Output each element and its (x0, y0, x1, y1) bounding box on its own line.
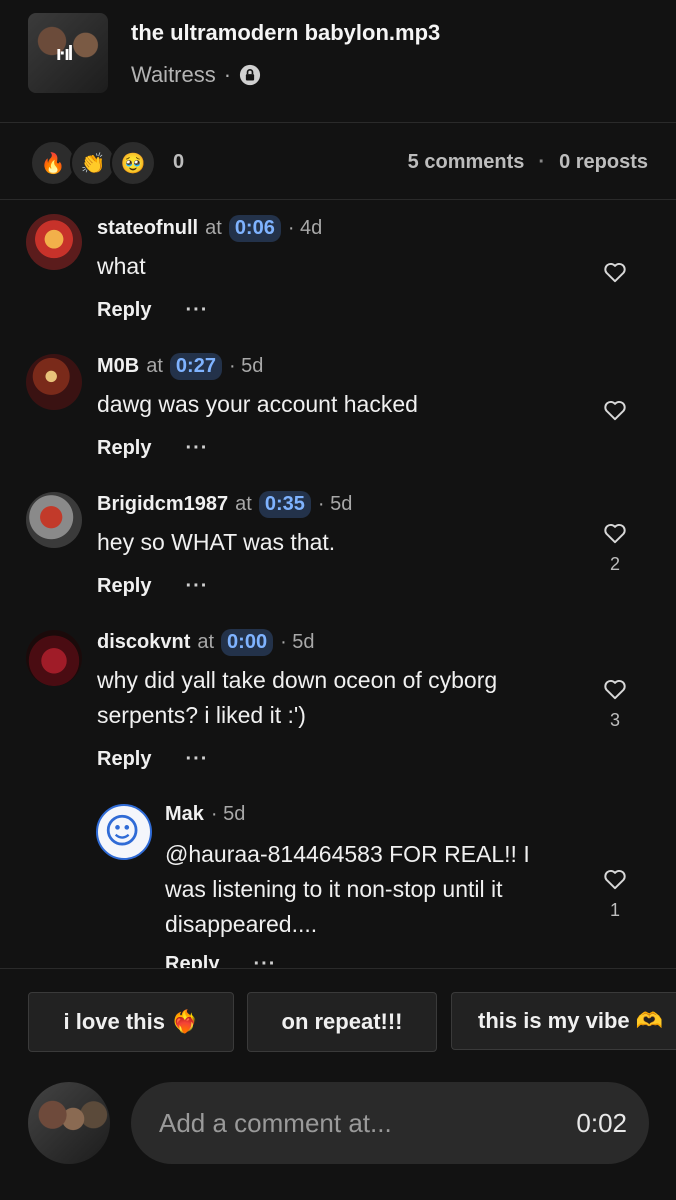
heart-icon (604, 680, 626, 700)
reposts-count[interactable]: 0 reposts (559, 151, 648, 173)
like-count: 2 (609, 554, 620, 574)
comment-username[interactable]: Brigidcm1987 (97, 493, 228, 516)
comments-count[interactable]: 5 comments (408, 151, 525, 173)
avatar[interactable] (26, 214, 82, 270)
avatar[interactable] (96, 804, 152, 860)
artist-separator: · (223, 62, 232, 87)
comment-input[interactable]: Add a comment at... 0:02 (131, 1082, 649, 1164)
like-button[interactable]: 2 (601, 520, 629, 575)
avatar[interactable] (26, 630, 82, 686)
artist-row: Waitress · (131, 62, 261, 88)
comment-age: · 5d (210, 803, 246, 825)
comment-text: hey so WHAT was that. (97, 529, 336, 555)
comment-header: M0B at 0:27 · 5d (97, 353, 263, 380)
engagement-counts: 5 comments · 0 reposts (408, 151, 648, 174)
comment-header: discokvnt at 0:00 · 5d (97, 629, 315, 656)
comment-text: why did yall take down oceon of cyborg s… (97, 667, 498, 728)
comment-text: dawg was your account hacked (97, 391, 418, 417)
comment-age: · 4d (287, 217, 323, 239)
comment-timestamp[interactable]: 0:00 (221, 629, 274, 656)
avatar[interactable] (26, 354, 82, 410)
comment-actions: Reply ··· (165, 953, 276, 968)
quick-reply-repeat[interactable]: on repeat!!! (247, 992, 437, 1052)
comment-at-label: at (197, 631, 215, 653)
comment-input-timestamp: 0:02 (576, 1107, 627, 1138)
comment-age: · 5d (317, 493, 353, 515)
comment-username[interactable]: Mak (165, 803, 204, 826)
heart-icon (604, 263, 626, 283)
heart-icon (604, 870, 626, 890)
comment-actions: Reply ··· (97, 748, 208, 771)
current-user-avatar[interactable] (28, 1082, 110, 1164)
teary-face-reaction-icon[interactable]: 🥹 (110, 140, 156, 186)
artist-name[interactable]: Waitress (131, 62, 216, 88)
comment-username[interactable]: M0B (97, 355, 139, 378)
more-options-icon[interactable]: ··· (185, 299, 208, 322)
comment-header: Brigidcm1987 at 0:35 · 5d (97, 491, 352, 518)
comment-username[interactable]: discokvnt (97, 631, 190, 654)
like-button[interactable]: 1 (601, 866, 629, 921)
comment-text: @hauraa-814464583 FOR REAL!! I was liste… (165, 841, 530, 937)
comment-header: Mak · 5d (165, 803, 245, 826)
comment-at-label: at (235, 493, 252, 515)
reply-button[interactable]: Reply (97, 299, 151, 322)
comment-text: what (97, 253, 146, 279)
avatar[interactable] (26, 492, 82, 548)
like-count: 3 (609, 710, 620, 730)
track-title[interactable]: the ultramodern babylon.mp3 (131, 20, 440, 46)
comment-header: stateofnull at 0:06 · 4d (97, 215, 322, 242)
comment-actions: Reply ··· (97, 575, 208, 598)
waveform-icon: ı·ıl (56, 43, 73, 65)
reply-button[interactable]: Reply (97, 437, 151, 460)
comment-at-label: at (205, 217, 222, 239)
reply-button[interactable]: Reply (97, 748, 151, 771)
reply-button[interactable]: Reply (97, 575, 151, 598)
quick-reply-vibe[interactable]: this is my vibe 🫶 (451, 992, 676, 1050)
comment-input-placeholder[interactable]: Add a comment at... (159, 1108, 392, 1139)
lock-icon (239, 64, 261, 86)
like-button[interactable]: 3 (601, 676, 629, 731)
reply-comment-item: Mak · 5d @hauraa-814464583 FOR REAL!! I … (0, 788, 676, 968)
like-count: 1 (609, 900, 620, 920)
divider (0, 968, 676, 969)
comment-actions: Reply ··· (97, 299, 208, 322)
comment-at-label: at (146, 355, 163, 377)
more-options-icon[interactable]: ··· (185, 437, 208, 460)
comment-username[interactable]: stateofnull (97, 217, 198, 240)
comment-timestamp[interactable]: 0:27 (169, 353, 222, 380)
comment-actions: Reply ··· (97, 437, 208, 460)
counts-separator: · (538, 151, 546, 173)
more-options-icon[interactable]: ··· (253, 953, 276, 968)
like-button[interactable] (601, 259, 629, 293)
reaction-count: 0 (173, 151, 185, 173)
comment-age: · 5d (228, 355, 264, 377)
reply-button[interactable]: Reply (165, 953, 219, 968)
more-options-icon[interactable]: ··· (185, 748, 208, 771)
comment-timestamp[interactable]: 0:35 (258, 491, 311, 518)
smiley-logo-icon (106, 814, 138, 846)
track-header: ı·ıl the ultramodern babylon.mp3 Waitres… (0, 0, 676, 123)
comment-timestamp[interactable]: 0:06 (228, 215, 281, 242)
heart-icon (604, 524, 626, 544)
like-button[interactable] (601, 397, 629, 431)
stats-bar: 🔥 👏 🥹 0 5 comments · 0 reposts (0, 123, 676, 200)
more-options-icon[interactable]: ··· (185, 575, 208, 598)
heart-icon (604, 401, 626, 421)
comment-age: · 5d (280, 631, 315, 653)
quick-reply-love[interactable]: i love this ❤️‍🔥 (28, 992, 234, 1052)
track-cover-art[interactable]: ı·ıl (28, 13, 108, 93)
